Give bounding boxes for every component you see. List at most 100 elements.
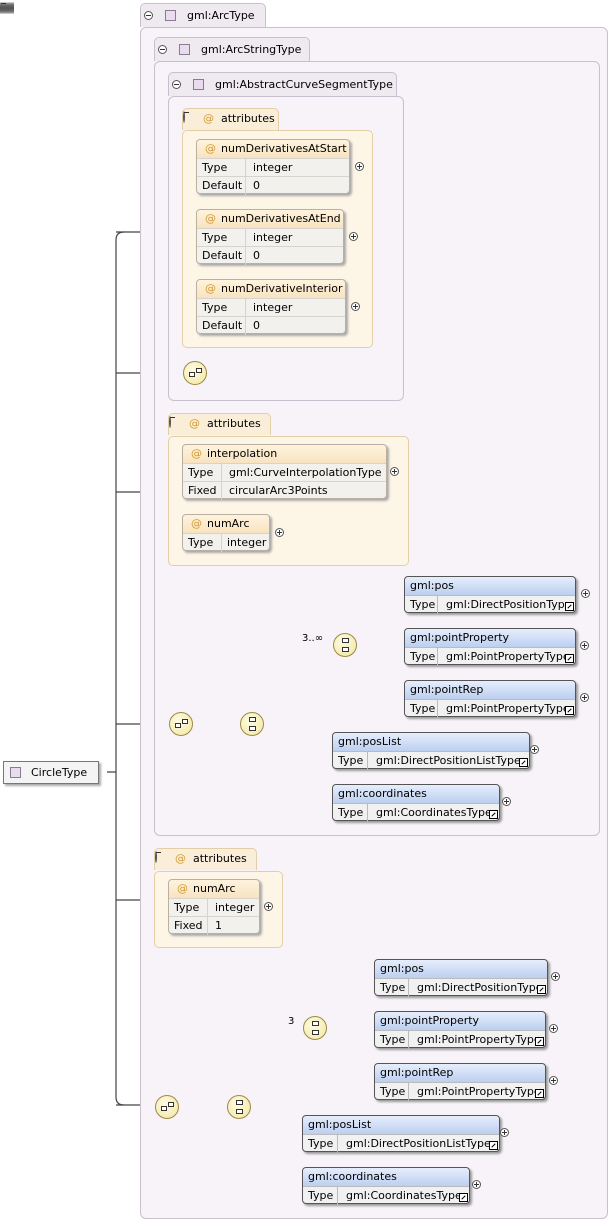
expand-icon[interactable] — [500, 1128, 509, 1137]
attribute-box[interactable]: @ numArc Type integer Fixed 1 — [168, 879, 260, 935]
choice-compositor-icon[interactable] — [227, 1095, 251, 1119]
attribute-name: numArc — [193, 882, 236, 895]
sequence-compositor-icon[interactable] — [169, 712, 193, 736]
element-box[interactable]: gml:pointRep Type gml:PointPropertyType — [374, 1063, 546, 1101]
element-box[interactable]: gml:pos Type gml:DirectPositionType — [374, 959, 548, 997]
complex-type-icon — [193, 79, 204, 90]
field-key: Type — [202, 161, 228, 174]
field-value: integer — [253, 161, 293, 174]
element-name: gml:pointProperty — [410, 631, 510, 644]
element-box[interactable]: gml:pointProperty Type gml:PointPropertyT… — [404, 628, 576, 666]
element-box[interactable]: gml:posList Type gml:DirectPositionListTy… — [332, 732, 530, 770]
expand-icon[interactable] — [580, 693, 589, 702]
element-box[interactable]: gml:coordinates Type gml:CoordinatesType — [332, 784, 500, 822]
expand-icon[interactable] — [472, 1180, 481, 1189]
field-value: 0 — [253, 249, 260, 262]
arc-string-type-tab[interactable]: gml:ArcStringType — [154, 37, 310, 61]
attribute-box[interactable]: @ numArc Type integer — [182, 514, 270, 552]
collapse-icon[interactable] — [155, 851, 157, 863]
arc-type-tab[interactable]: gml:ArcType — [140, 3, 266, 27]
field-value: gml:DirectPositionType — [417, 981, 543, 994]
sequence-compositor-icon[interactable] — [183, 361, 207, 385]
collapse-icon[interactable] — [158, 45, 167, 54]
abstract-curve-segment-type-tab[interactable]: gml:AbstractCurveSegmentType — [168, 72, 397, 96]
occurrence-label: 3 — [288, 1016, 295, 1027]
collapse-icon[interactable] — [183, 111, 185, 123]
field-key: Type — [380, 1033, 406, 1046]
complex-type-icon — [165, 10, 176, 21]
attribute-box[interactable]: @ numDerivativesAtEnd Type integer Default… — [196, 209, 344, 265]
type-link-icon[interactable] — [535, 1089, 544, 1098]
complex-type-icon — [10, 767, 21, 778]
element-box[interactable]: gml:coordinates Type gml:CoordinatesType — [302, 1167, 470, 1205]
attribute-icon: @ — [175, 852, 186, 865]
field-key: Type — [410, 650, 436, 663]
type-link-icon[interactable] — [459, 1193, 468, 1202]
field-value: integer — [215, 901, 255, 914]
element-box[interactable]: gml:posList Type gml:DirectPositionListTy… — [302, 1115, 500, 1153]
element-name: gml:pointProperty — [380, 1014, 480, 1027]
choice-compositor-icon[interactable] — [303, 1016, 327, 1040]
choice-compositor-icon[interactable] — [333, 633, 357, 657]
type-link-icon[interactable] — [537, 985, 546, 994]
attributes-tab[interactable]: @ attributes — [182, 108, 279, 130]
attribute-box[interactable]: @ interpolation Type gml:CurveInterpolatio… — [182, 444, 387, 500]
element-name: gml:pos — [410, 579, 454, 592]
field-key: Default — [202, 179, 243, 192]
element-box[interactable]: gml:pos Type gml:DirectPositionType — [404, 576, 576, 614]
choice-compositor-icon[interactable] — [240, 712, 264, 736]
collapse-icon[interactable] — [144, 11, 153, 20]
type-link-icon[interactable] — [535, 1037, 544, 1046]
attribute-name: numDerivativeInterior — [221, 282, 343, 295]
expand-icon[interactable] — [264, 902, 273, 911]
element-name: gml:pointRep — [380, 1066, 454, 1079]
expand-icon[interactable] — [502, 797, 511, 806]
field-value: 1 — [215, 919, 222, 932]
attribute-box[interactable]: @ numDerivativeInterior Type integer Defau… — [196, 279, 346, 335]
abstract-curve-segment-type-label: gml:AbstractCurveSegmentType — [215, 78, 393, 91]
attributes-tab[interactable]: @ attributes — [168, 413, 271, 435]
field-key: Type — [308, 1189, 334, 1202]
expand-icon[interactable] — [580, 641, 589, 650]
field-value: gml:CurveInterpolationType — [229, 466, 382, 479]
attribute-icon: @ — [203, 112, 214, 125]
attribute-name: numDerivativesAtStart — [221, 142, 347, 155]
expand-icon[interactable] — [275, 528, 284, 537]
expand-icon[interactable] — [530, 745, 539, 754]
sequence-compositor-icon[interactable] — [155, 1095, 179, 1119]
field-value: integer — [253, 301, 293, 314]
type-link-icon[interactable] — [489, 1141, 498, 1150]
field-key: Type — [410, 598, 436, 611]
element-name: gml:posList — [338, 735, 402, 748]
element-box[interactable]: gml:pointProperty Type gml:PointPropertyT… — [374, 1011, 546, 1049]
expand-icon[interactable] — [390, 467, 399, 476]
expand-icon[interactable] — [351, 302, 360, 311]
expand-icon[interactable] — [549, 1024, 558, 1033]
field-key: Type — [380, 981, 406, 994]
attributes-tab[interactable]: @ attributes — [154, 848, 257, 870]
element-box[interactable]: gml:pointRep Type gml:PointPropertyType — [404, 680, 576, 718]
collapse-icon[interactable] — [169, 416, 171, 428]
field-value: 0 — [253, 179, 260, 192]
field-key: Type — [174, 901, 200, 914]
element-name: gml:pos — [380, 962, 424, 975]
expand-icon[interactable] — [355, 162, 364, 171]
expand-icon[interactable] — [551, 972, 560, 981]
type-link-icon[interactable] — [519, 758, 528, 767]
field-key: Type — [308, 1137, 334, 1150]
circle-type-root[interactable]: CircleType — [3, 761, 99, 784]
field-value: gml:PointPropertyType — [417, 1085, 541, 1098]
field-value: gml:PointPropertyType — [446, 650, 570, 663]
expand-icon[interactable] — [349, 232, 358, 241]
type-link-icon[interactable] — [565, 602, 574, 611]
type-link-icon[interactable] — [565, 706, 574, 715]
expand-icon[interactable] — [549, 1076, 558, 1085]
expand-icon[interactable] — [581, 589, 590, 598]
field-key: Type — [380, 1085, 406, 1098]
collapse-icon[interactable] — [172, 80, 181, 89]
attribute-name: interpolation — [207, 447, 278, 460]
type-link-icon[interactable] — [565, 654, 574, 663]
type-link-icon[interactable] — [489, 810, 498, 819]
attribute-box[interactable]: @ numDerivativesAtStart Type integer Defau… — [196, 139, 350, 195]
field-value: gml:DirectPositionListType — [376, 754, 521, 767]
